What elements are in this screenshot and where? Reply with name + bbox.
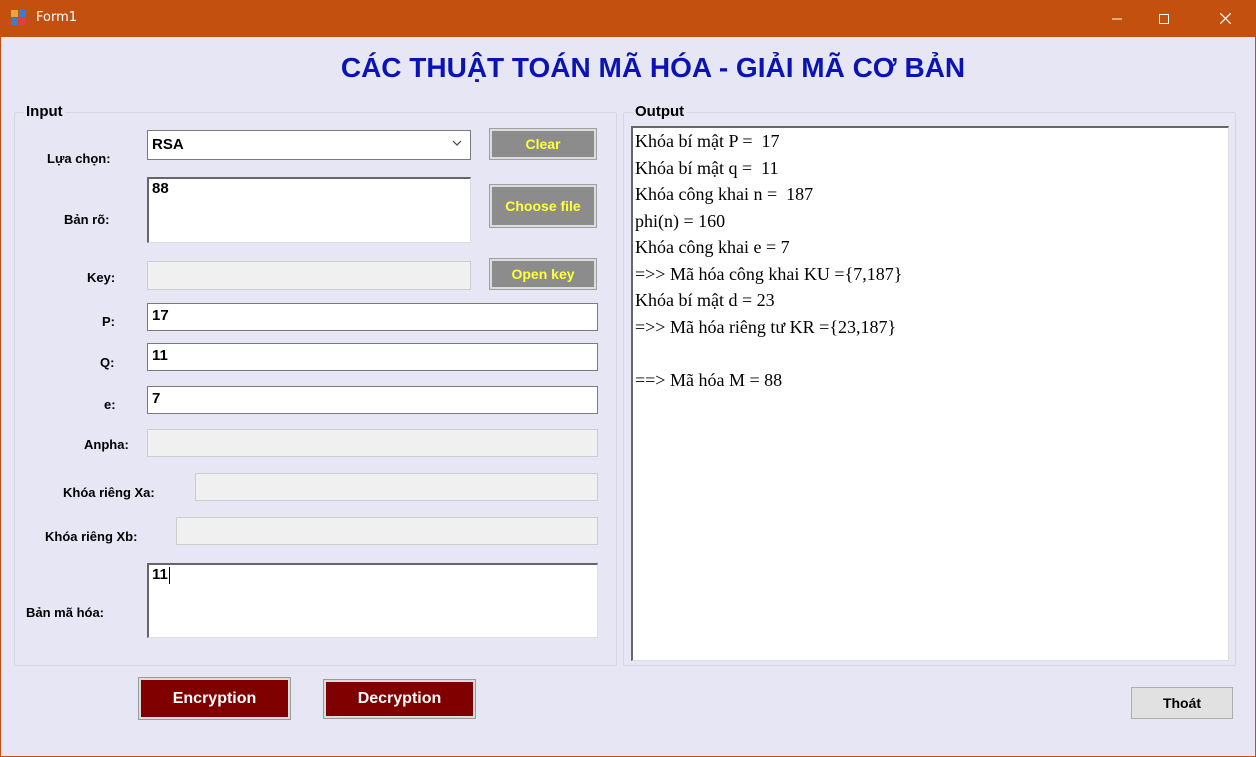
page-title: CÁC THUẬT TOÁN MÃ HÓA - GIẢI MÃ CƠ BẢN	[340, 52, 966, 83]
choose-file-button[interactable]: Choose file	[489, 184, 597, 228]
window-titlebar: Form1	[0, 0, 1256, 37]
output-line: =>> Mã hóa công khai KU ={7,187}	[635, 263, 903, 284]
alpha-input[interactable]	[147, 429, 598, 457]
output-line: Khóa công khai n = 187	[635, 184, 814, 204]
close-button[interactable]	[1202, 0, 1248, 37]
open-key-button[interactable]: Open key	[489, 258, 597, 290]
output-line: phi(n) = 160	[635, 210, 726, 231]
ciphertext-label: Bản mã hóa:	[26, 605, 105, 620]
p-label: P:	[102, 314, 115, 329]
exit-button[interactable]: Thoát	[1131, 687, 1233, 719]
ciphertext-value: 11	[152, 566, 168, 583]
algorithm-select[interactable]: RSA	[147, 130, 471, 160]
private-key-xa-input[interactable]	[195, 473, 598, 501]
e-label: e:	[104, 397, 116, 412]
output-group-title: Output	[633, 103, 687, 120]
output-line: Khóa bí mật P = 17	[635, 131, 780, 151]
output-line: =>> Mã hóa riêng tư KR ={23,187}	[635, 316, 897, 337]
alpha-label: Anpha:	[84, 437, 129, 452]
ciphertext-textarea[interactable]: 11	[147, 563, 598, 638]
output-line: Khóa công khai e = 7	[635, 237, 790, 257]
output-textarea[interactable]: Khóa bí mật P = 17 Khóa bí mật q = 11 Kh…	[631, 126, 1229, 661]
p-input[interactable]: 17	[147, 303, 598, 331]
minimize-icon	[1112, 18, 1122, 19]
private-key-xb-label: Khóa riêng Xb:	[45, 529, 138, 544]
algorithm-select-value: RSA	[152, 136, 184, 153]
clear-button[interactable]: Clear	[489, 128, 597, 160]
plaintext-label: Bản rõ:	[64, 212, 110, 227]
e-input[interactable]: 7	[147, 386, 598, 414]
form-app-icon	[11, 10, 27, 26]
encryption-button[interactable]: Encryption	[138, 677, 291, 720]
window-title: Form1	[36, 10, 78, 25]
output-line: Khóa bí mật q = 11	[635, 157, 779, 178]
private-key-xa-label: Khóa riêng Xa:	[63, 485, 155, 500]
decryption-button[interactable]: Decryption	[323, 679, 476, 719]
private-key-xb-input[interactable]	[176, 517, 598, 545]
close-icon	[1219, 13, 1231, 24]
output-line: Khóa bí mật d = 23	[635, 290, 775, 310]
plaintext-textarea[interactable]: 88	[147, 177, 471, 243]
q-input[interactable]: 11	[147, 343, 598, 371]
q-label: Q:	[100, 355, 115, 370]
chevron-down-icon	[452, 140, 462, 146]
key-label: Key:	[87, 270, 116, 285]
text-caret	[168, 566, 170, 584]
choice-label: Lựa chọn:	[47, 151, 111, 166]
maximize-button[interactable]	[1141, 0, 1187, 37]
key-input[interactable]	[147, 261, 471, 290]
output-line: ==> Mã hóa M = 88	[635, 369, 783, 390]
minimize-button[interactable]	[1094, 0, 1140, 37]
input-group-title: Input	[24, 103, 65, 120]
maximize-icon	[1159, 13, 1169, 24]
